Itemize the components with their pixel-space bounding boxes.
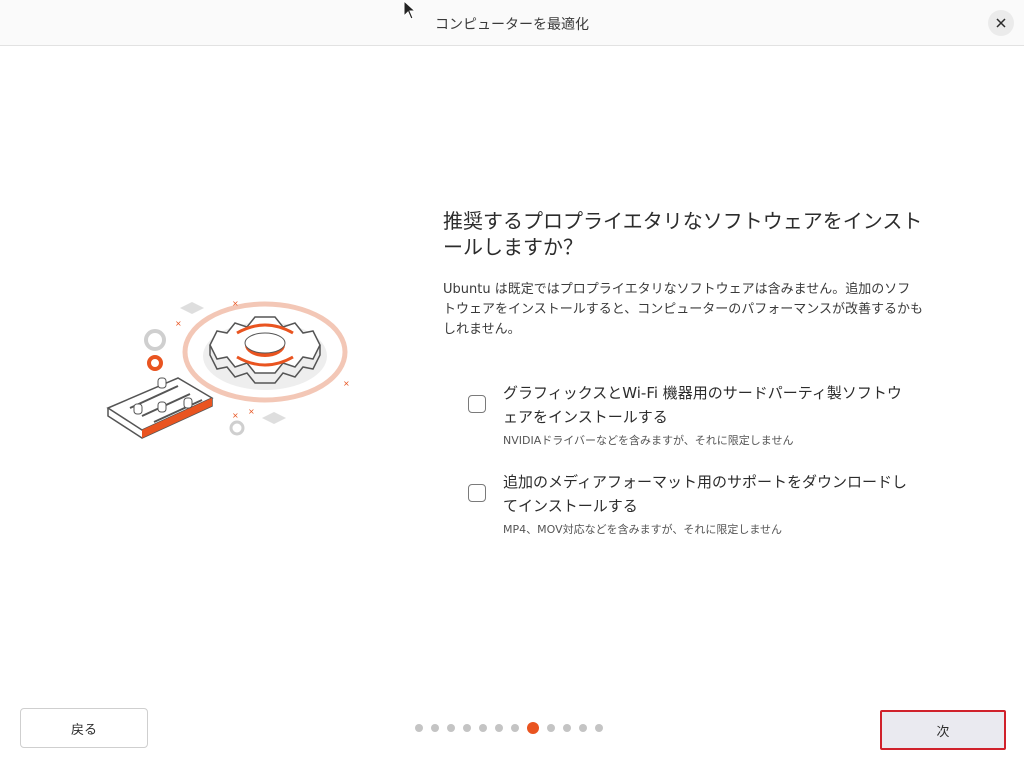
progress-dot xyxy=(431,724,439,732)
page-description: Ubuntu は既定ではプロプライエタリなソフトウェアは含みません。追加のソフト… xyxy=(443,282,923,337)
option-label: 追加のメディアフォーマット用のサポートをダウンロードしてインストールする xyxy=(503,473,907,515)
svg-text:×: × xyxy=(232,299,239,308)
option-label: グラフィックスとWi-Fi 機器用のサードパーティ製ソフトウェアをインストールす… xyxy=(503,384,902,426)
progress-dot xyxy=(511,724,519,732)
close-button[interactable] xyxy=(988,10,1014,36)
progress-dot xyxy=(463,724,471,732)
svg-text:×: × xyxy=(232,411,239,420)
option-text: 追加のメディアフォーマット用のサポートをダウンロードしてインストールする MP4… xyxy=(503,470,913,538)
page-heading: 推奨するプロプライエタリなソフトウェアをインストールしますか？ xyxy=(443,209,923,259)
svg-text:×: × xyxy=(248,407,255,416)
next-button[interactable]: 次 xyxy=(880,710,1006,750)
progress-dot xyxy=(415,724,423,732)
mouse-pointer-icon xyxy=(403,0,417,20)
progress-dot-active xyxy=(527,722,539,734)
svg-text:×: × xyxy=(175,319,182,328)
close-icon xyxy=(996,18,1006,28)
progress-dot xyxy=(547,724,555,732)
back-button[interactable]: 戻る xyxy=(20,708,148,748)
third-party-checkbox[interactable] xyxy=(468,395,486,413)
option-sublabel: MP4、MOV対応などを含みますが、それに限定しません xyxy=(503,523,783,536)
media-formats-checkbox[interactable] xyxy=(468,484,486,502)
gear-settings-illustration: × × × × × xyxy=(106,299,350,439)
svg-text:×: × xyxy=(343,379,350,388)
progress-dot xyxy=(495,724,503,732)
main-content: 推奨するプロプライエタリなソフトウェアをインストールしますか？ Ubuntu は… xyxy=(443,208,923,340)
progress-dots xyxy=(415,721,611,735)
option-sublabel: NVIDIAドライバーなどを含みますが、それに限定しません xyxy=(503,434,794,447)
title-bar: コンピューターを最適化 xyxy=(0,0,1024,46)
progress-dot xyxy=(563,724,571,732)
progress-dot xyxy=(595,724,603,732)
option-text: グラフィックスとWi-Fi 機器用のサードパーティ製ソフトウェアをインストールす… xyxy=(503,381,913,449)
progress-dot xyxy=(447,724,455,732)
progress-dot xyxy=(479,724,487,732)
window-title: コンピューターを最適化 xyxy=(435,17,589,33)
progress-dot xyxy=(579,724,587,732)
